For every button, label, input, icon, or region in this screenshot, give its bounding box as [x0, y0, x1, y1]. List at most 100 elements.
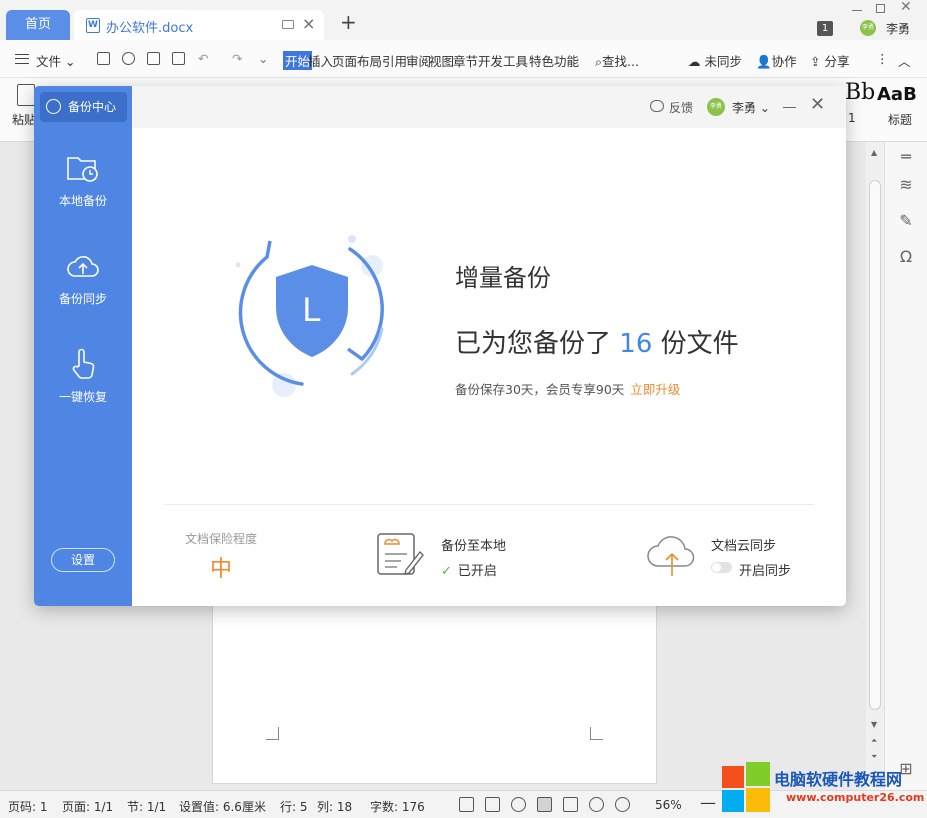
dialog-user-name: 李勇 [732, 101, 756, 115]
zoom-out-icon[interactable]: — [700, 793, 716, 812]
save-icon[interactable] [97, 52, 110, 65]
menu-tab-chapter[interactable]: 章节 [453, 51, 478, 70]
dialog-divider [164, 504, 814, 505]
window-maximize-icon[interactable] [876, 4, 885, 13]
cloud-sync-status[interactable]: 开启同步 [739, 560, 791, 579]
dialog-user-avatar[interactable]: 李勇 [707, 98, 725, 116]
settings-button[interactable]: 设置 [51, 548, 115, 572]
menu-tab-references[interactable]: 引用 [382, 51, 407, 70]
upgrade-link[interactable]: 立即升级 [630, 382, 680, 397]
insurance-level-label: 文档保险程度 [185, 530, 257, 547]
menu-tab-developer[interactable]: 开发工具 [478, 51, 528, 70]
nav-local-backup[interactable]: 本地备份 [34, 152, 132, 232]
collapse-ribbon-icon[interactable]: ︿ [898, 51, 911, 70]
status-row[interactable]: 行: 5 [280, 798, 308, 815]
symbol-omega-icon[interactable]: Ω [897, 248, 915, 266]
eye-protect-icon[interactable] [615, 797, 630, 812]
scrollbar-thumb[interactable] [869, 180, 881, 710]
menu-search[interactable]: ⌕查找... [595, 51, 639, 70]
local-backup-status: ✓已开启 [441, 560, 497, 579]
page-view-icon[interactable] [537, 797, 552, 812]
scroll-up-arrow-icon[interactable]: ▲ [871, 148, 877, 157]
monitor-icon[interactable] [282, 20, 294, 29]
backup-center-title: 备份中心 [68, 92, 116, 122]
menu-tab-review[interactable]: 审阅 [406, 51, 431, 70]
menu-tab-view[interactable]: 视图 [429, 51, 454, 70]
status-pages[interactable]: 页面: 1/1 [62, 798, 113, 815]
new-tab-plus-icon[interactable]: + [340, 10, 357, 34]
hamburger-menu-icon[interactable] [15, 54, 29, 64]
dialog-close-icon[interactable]: ✕ [810, 96, 825, 114]
style-heading1-preview[interactable]: Bb [845, 80, 875, 105]
outline-view-icon[interactable] [563, 797, 578, 812]
format-painter-icon[interactable] [122, 52, 135, 65]
fullscreen-icon[interactable] [459, 797, 474, 812]
retention-note-text: 备份保存30天，会员专享90天 [455, 382, 624, 397]
share-icon: ⇪ [810, 54, 824, 69]
dialog-user-menu[interactable]: 李勇 ⌄ [732, 99, 770, 116]
right-side-panel: ═ ≋ ✎ Ω ⊞ [884, 142, 927, 790]
menu-sync[interactable]: ☁ 未同步 [688, 51, 742, 70]
collab-user-icon: 👤 [756, 54, 772, 69]
cloud-sync-toggle[interactable] [711, 562, 732, 573]
panel-collapse-icon[interactable]: ═ [897, 148, 915, 166]
vertical-scrollbar[interactable]: ▲ ▼ ⏶ ⏷ [866, 142, 884, 790]
menu-sync-label: 未同步 [704, 54, 742, 69]
window-close-icon[interactable]: ✕ [900, 0, 912, 15]
backup-home-icon [46, 99, 61, 114]
menu-collab[interactable]: 👤协作 [756, 51, 797, 70]
window-count-badge[interactable]: 1 [817, 21, 833, 36]
redo-icon[interactable]: ↷ [232, 51, 242, 66]
print-preview-icon[interactable] [172, 52, 185, 65]
document-page[interactable] [212, 602, 657, 784]
windows-logo-red [722, 766, 744, 788]
backup-center-brand[interactable]: 备份中心 [40, 92, 127, 122]
print-icon[interactable] [147, 52, 160, 65]
nav-backup-sync[interactable]: 备份同步 [34, 250, 132, 330]
menu-tab-layout[interactable]: 页面布局 [332, 51, 382, 70]
menu-file[interactable]: 文件 ⌄ [36, 51, 75, 70]
status-column[interactable]: 列: 18 [317, 798, 352, 815]
style-title-preview[interactable]: AaB [877, 84, 917, 105]
cloud-sync-title: 文档云同步 [711, 535, 776, 554]
window-minimize-icon[interactable] [852, 10, 862, 11]
status-word-count[interactable]: 字数: 176 [370, 798, 425, 815]
undo-icon[interactable]: ↶ [198, 51, 208, 66]
quick-access-dropdown-icon[interactable]: ⌄ [258, 51, 268, 66]
menu-share[interactable]: ⇪ 分享 [810, 51, 849, 70]
folder-clock-icon [66, 152, 100, 184]
feedback-icon[interactable] [650, 100, 664, 112]
more-options-icon[interactable]: ⋮ [876, 51, 889, 66]
menu-share-label: 分享 [824, 54, 849, 69]
status-setting-value[interactable]: 设置值: 6.6厘米 [179, 798, 266, 815]
nav-one-click-restore[interactable]: 一键恢复 [34, 348, 132, 428]
zoom-level[interactable]: 56% [655, 798, 682, 812]
write-mode-icon[interactable] [511, 797, 526, 812]
tab-home[interactable]: 首页 [6, 10, 70, 40]
web-view-icon[interactable] [589, 797, 604, 812]
pen-icon[interactable]: ✎ [897, 212, 915, 230]
paste-icon[interactable] [17, 84, 35, 106]
menu-tab-insert[interactable]: 插入 [308, 51, 333, 70]
menu-file-label: 文件 [36, 54, 61, 69]
chevron-down-icon: ⌄ [760, 101, 770, 115]
dialog-sidebar: 备份中心 本地备份 备份同步 一键恢复 设置 [34, 86, 132, 606]
word-doc-icon: W [86, 18, 100, 33]
scroll-down-arrow-icon[interactable]: ▼ [871, 720, 877, 729]
prev-page-icon[interactable]: ⏶ [871, 736, 877, 746]
panel-adjust-icon[interactable]: ≋ [897, 176, 915, 194]
dialog-minimize-icon[interactable] [783, 107, 796, 108]
status-page-number[interactable]: 页码: 1 [8, 798, 48, 815]
feedback-link[interactable]: 反馈 [669, 99, 693, 116]
reading-mode-icon[interactable] [485, 797, 500, 812]
style-heading1-label: 1 [848, 111, 856, 125]
title-bar: 首页 W 办公软件.docx × + 1 ✕ 李勇 李勇 [0, 0, 927, 40]
menu-tab-features[interactable]: 特色功能 [529, 51, 579, 70]
tab-document[interactable]: W 办公软件.docx × [74, 10, 324, 40]
nav-local-backup-label: 本地备份 [34, 192, 132, 209]
close-tab-icon[interactable]: × [302, 14, 315, 33]
local-backup-status-text: 已开启 [458, 564, 497, 579]
status-section[interactable]: 节: 1/1 [127, 798, 166, 815]
backup-count-suffix: 份文件 [661, 329, 739, 359]
cloud-upload-icon [66, 250, 100, 282]
